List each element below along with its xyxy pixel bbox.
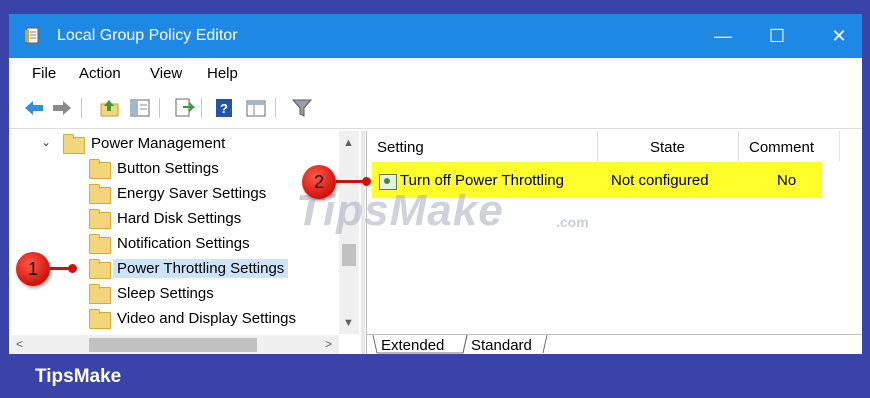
close-button[interactable]: ✕ xyxy=(819,20,859,52)
forward-arrow-icon[interactable] xyxy=(51,97,73,119)
minimize-button[interactable]: — xyxy=(703,20,743,52)
scrollbar-thumb[interactable] xyxy=(342,244,356,266)
help-icon[interactable]: ? xyxy=(213,97,235,119)
export-list-icon[interactable] xyxy=(173,97,195,119)
group-policy-editor-window: Local Group Policy Editor — ☐ ✕ File Act… xyxy=(9,14,862,354)
annotation-1-dot xyxy=(68,264,77,273)
column-header-comment[interactable]: Comment xyxy=(739,131,840,161)
column-header-setting[interactable]: Setting xyxy=(367,131,598,161)
menu-help[interactable]: Help xyxy=(207,65,238,82)
annotation-badge-2: 2 xyxy=(302,165,336,199)
pane-splitter[interactable] xyxy=(361,131,365,354)
menu-file[interactable]: File xyxy=(32,65,56,82)
extended-view-icon[interactable] xyxy=(245,97,267,119)
toolbar: ? xyxy=(9,88,862,129)
scroll-down-icon[interactable]: ▼ xyxy=(343,317,354,329)
console-tree-pane: ⌄ Power Management Button Settings Energ… xyxy=(11,131,361,354)
folder-icon xyxy=(89,159,111,179)
footer-banner: TipsMake xyxy=(0,354,870,398)
setting-comment: No xyxy=(777,172,797,189)
footer-brand: TipsMake xyxy=(35,366,122,387)
annotation-badge-1: 1 xyxy=(16,252,50,286)
setting-state: Not configured xyxy=(611,172,709,189)
up-folder-icon[interactable] xyxy=(99,97,121,119)
folder-icon xyxy=(89,309,111,329)
scroll-up-icon[interactable]: ▲ xyxy=(343,137,354,149)
tab-borders xyxy=(372,335,548,354)
folder-icon xyxy=(63,134,85,154)
policy-editor-app-icon xyxy=(25,27,39,44)
show-hide-tree-icon[interactable] xyxy=(129,97,151,119)
folder-icon xyxy=(89,184,111,204)
view-tabs: Extended Standard xyxy=(367,334,862,354)
window-title: Local Group Policy Editor xyxy=(57,27,238,44)
folder-icon xyxy=(89,209,111,229)
back-arrow-icon[interactable] xyxy=(23,97,45,119)
scrollbar-thumb[interactable] xyxy=(89,338,257,352)
menu-action[interactable]: Action xyxy=(79,65,121,82)
menu-bar: File Action View Help xyxy=(9,58,862,88)
maximize-button[interactable]: ☐ xyxy=(757,20,797,52)
settings-list-pane: Setting State Comment Turn off Power Thr… xyxy=(366,131,862,354)
annotation-2-dot xyxy=(362,177,371,186)
folder-icon xyxy=(89,284,111,304)
folder-icon xyxy=(89,234,111,254)
scroll-left-icon[interactable]: < xyxy=(16,337,23,351)
title-bar[interactable]: Local Group Policy Editor — ☐ ✕ xyxy=(9,14,862,58)
tree-horizontal-scrollbar[interactable]: < > xyxy=(11,335,339,354)
filter-icon[interactable] xyxy=(291,97,313,119)
watermark-suffix: .com xyxy=(556,214,589,230)
svg-text:?: ? xyxy=(220,101,228,116)
folder-icon xyxy=(89,259,111,279)
scroll-right-icon[interactable]: > xyxy=(325,337,332,351)
menu-view[interactable]: View xyxy=(150,65,182,82)
column-header-state[interactable]: State xyxy=(598,131,739,161)
chevron-down-icon[interactable]: ⌄ xyxy=(41,135,51,149)
